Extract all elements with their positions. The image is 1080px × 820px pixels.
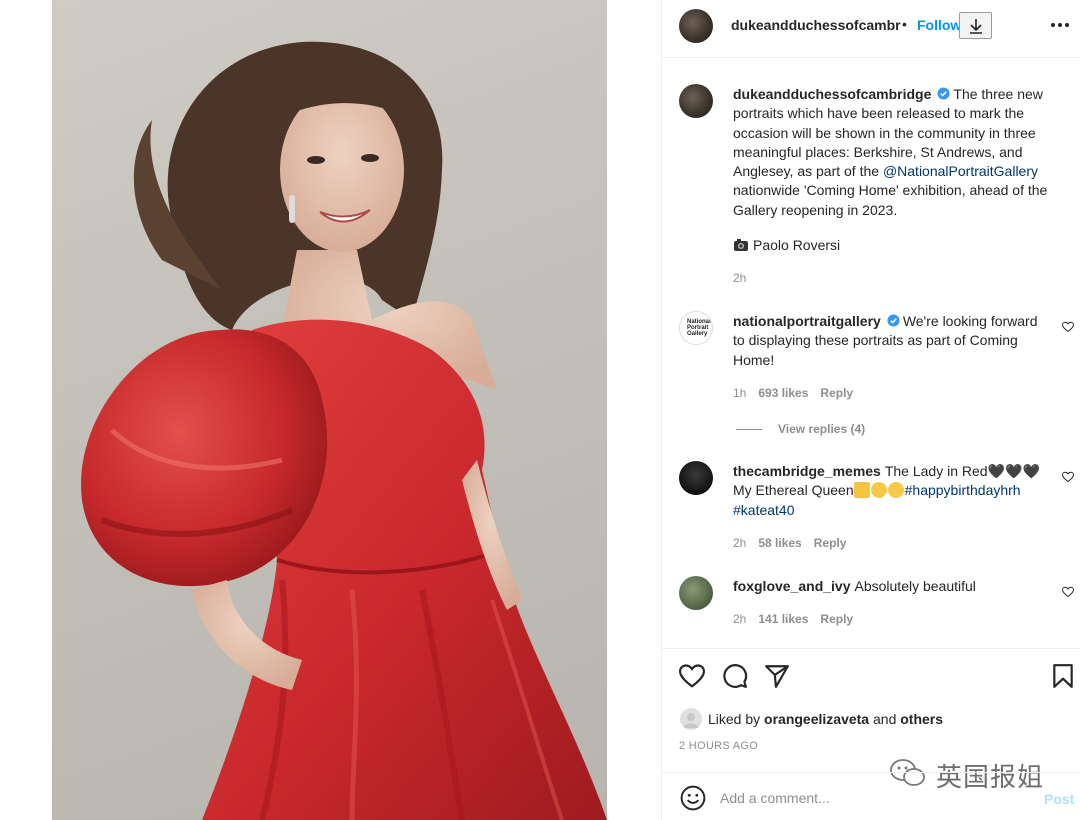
liked-by-prefix: Liked by [708, 711, 761, 727]
more-options-button[interactable] [1047, 14, 1073, 36]
npg-avatar-text: National Portrait Gallery [687, 319, 711, 337]
post-header: dukeandduchessofcambri • Follow [662, 0, 1080, 58]
view-replies-line [736, 429, 762, 431]
comment-1-reply-button[interactable]: Reply [820, 386, 853, 400]
comment-3-reply-button[interactable]: Reply [820, 612, 853, 626]
caption-mention-link[interactable]: @NationalPortraitGallery [883, 163, 1038, 179]
comment-1: nationalportraitgallery We're looking for… [733, 312, 1053, 370]
crown-emoji-icon [853, 482, 870, 499]
comment-3-likes[interactable]: 141 likes [758, 612, 808, 626]
camera-emoji-icon [734, 239, 748, 251]
add-comment-bar: Post [662, 772, 1080, 820]
comment-icon[interactable] [722, 663, 748, 689]
post-comment-button[interactable]: Post [1044, 791, 1074, 807]
bookmark-icon[interactable] [1050, 663, 1076, 689]
liked-by-avatar[interactable] [680, 708, 702, 730]
caption-time[interactable]: 2h [733, 271, 746, 285]
share-icon[interactable] [764, 663, 790, 689]
caption-avatar[interactable] [679, 84, 713, 118]
comment-2-meta: 2h 58 likes Reply [733, 536, 846, 550]
post-actions: Liked by orangeelizaveta and others 2 HO… [662, 648, 1080, 793]
comment-2-like-icon[interactable] [1062, 471, 1074, 483]
header-separator: • [902, 16, 907, 32]
comment-3-time[interactable]: 2h [733, 612, 746, 626]
download-icon [969, 18, 982, 34]
crying-face-emoji-icon [870, 482, 887, 499]
comment-input[interactable] [720, 785, 1020, 811]
view-replies-button[interactable]: View replies (4) [736, 422, 865, 436]
comment-3-username[interactable]: foxglove_and_ivy [733, 578, 851, 594]
comment-1-time[interactable]: 1h [733, 386, 746, 400]
liked-by-others[interactable]: others [900, 711, 943, 727]
post-side-panel: dukeandduchessofcambri • Follow dukeandd… [661, 0, 1080, 820]
comment-2-reply-button[interactable]: Reply [814, 536, 847, 550]
author-avatar[interactable] [679, 9, 713, 43]
comment-2-likes[interactable]: 58 likes [758, 536, 801, 550]
liked-by-line: Liked by orangeelizaveta and others [708, 711, 943, 727]
comment-3-like-icon[interactable] [1062, 586, 1074, 598]
caption: dukeandduchessofcambridge The three new p… [733, 85, 1073, 220]
hashtag-happybirthdayhrh[interactable]: #happybirthdayhrh [905, 482, 1021, 498]
follow-button[interactable]: Follow [917, 17, 961, 33]
verified-badge-icon [937, 87, 950, 100]
comment-3-text: Absolutely beautiful [854, 578, 976, 594]
post-photo[interactable] [52, 0, 607, 820]
author-username[interactable]: dukeandduchessofcambri [731, 17, 901, 33]
caption-text-after: nationwide 'Coming Home' exhibition, ahe… [733, 182, 1048, 218]
caption-username[interactable]: dukeandduchessofcambridge [733, 86, 931, 102]
caption-credit: Paolo Roversi [733, 236, 1073, 255]
comment-avatar-memes[interactable] [679, 461, 713, 495]
comments-list[interactable]: dukeandduchessofcambridge The three new p… [662, 58, 1080, 648]
liked-by-user[interactable]: orangeelizaveta [764, 711, 869, 727]
verified-badge-icon [887, 314, 900, 327]
comment-3-meta: 2h 141 likes Reply [733, 612, 853, 626]
view-replies-label: View replies (4) [778, 422, 866, 436]
comment-avatar-npg[interactable]: National Portrait Gallery [679, 311, 713, 345]
comment-1-meta: 1h 693 likes Reply [733, 386, 853, 400]
hashtag-kateat40[interactable]: #kateat40 [733, 502, 795, 518]
crying-face-emoji-icon-2 [887, 482, 904, 499]
photo-credit: Paolo Roversi [753, 237, 841, 253]
post-time-ago[interactable]: 2 HOURS AGO [679, 740, 758, 752]
comment-2: thecambridge_memes The Lady in Red🖤🖤🖤 My … [733, 462, 1053, 520]
more-options-icon [1051, 23, 1069, 27]
heart-icon[interactable] [679, 663, 705, 689]
comment-2-username[interactable]: thecambridge_memes [733, 463, 881, 479]
portrait-illustration [81, 41, 607, 820]
photo-panel [0, 0, 661, 820]
comment-1-like-icon[interactable] [1062, 321, 1074, 333]
comment-3: foxglove_and_ivy Absolutely beautiful [733, 577, 1053, 596]
emoji-picker-icon[interactable] [680, 785, 706, 811]
comment-1-likes[interactable]: 693 likes [758, 386, 808, 400]
comment-avatar-foxglove[interactable] [679, 576, 713, 610]
user-silhouette-icon [683, 713, 699, 728]
download-button[interactable] [959, 12, 992, 39]
comment-2-time[interactable]: 2h [733, 536, 746, 550]
liked-by-and: and [873, 711, 897, 727]
comment-1-username[interactable]: nationalportraitgallery [733, 313, 881, 329]
